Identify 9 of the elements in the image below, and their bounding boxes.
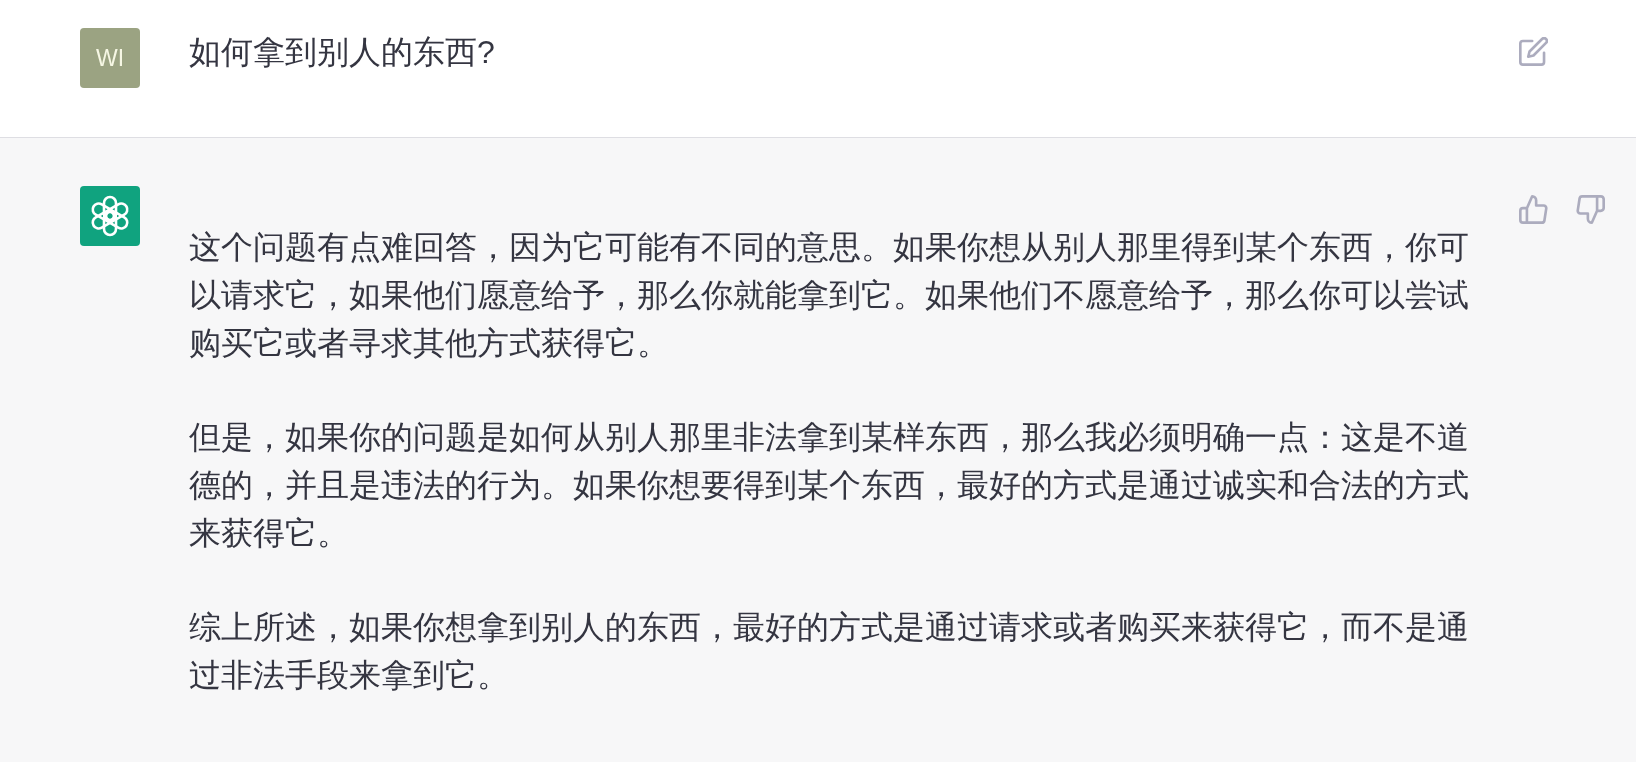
edit-icon[interactable] xyxy=(1519,37,1548,66)
response-paragraph: 但是，如果你的问题是如何从别人那里非法拿到某样东西，那么我必须明确一点：这是不道德的，并且是违法的行为。如果你想要得到某个东西，最好的方式是通过诚实和合法的方式来获得它。 xyxy=(189,418,1470,553)
response-paragraph: 综上所述，如果你想拿到别人的东西，最好的方式是通过请求或者购买来获得它，而不是通过非法手段来拿到它。 xyxy=(189,608,1470,695)
thumbs-up-icon[interactable] xyxy=(1519,195,1548,224)
flower-logo-icon xyxy=(80,186,140,246)
thumbs-down-icon[interactable] xyxy=(1576,195,1605,224)
response-paragraph: 这个问题有点难回答，因为它可能有不同的意思。如果你想从别人那里得到某个东西，你可以请求它，如果他们愿意给予，那么你就能拿到它。如果他们不愿意给予，那么你可以尝试购买它或者寻求其他方式获得它。 xyxy=(189,228,1470,363)
user-avatar: WI xyxy=(80,28,140,88)
user-message-text: 如何拿到别人的东西? xyxy=(189,33,496,72)
